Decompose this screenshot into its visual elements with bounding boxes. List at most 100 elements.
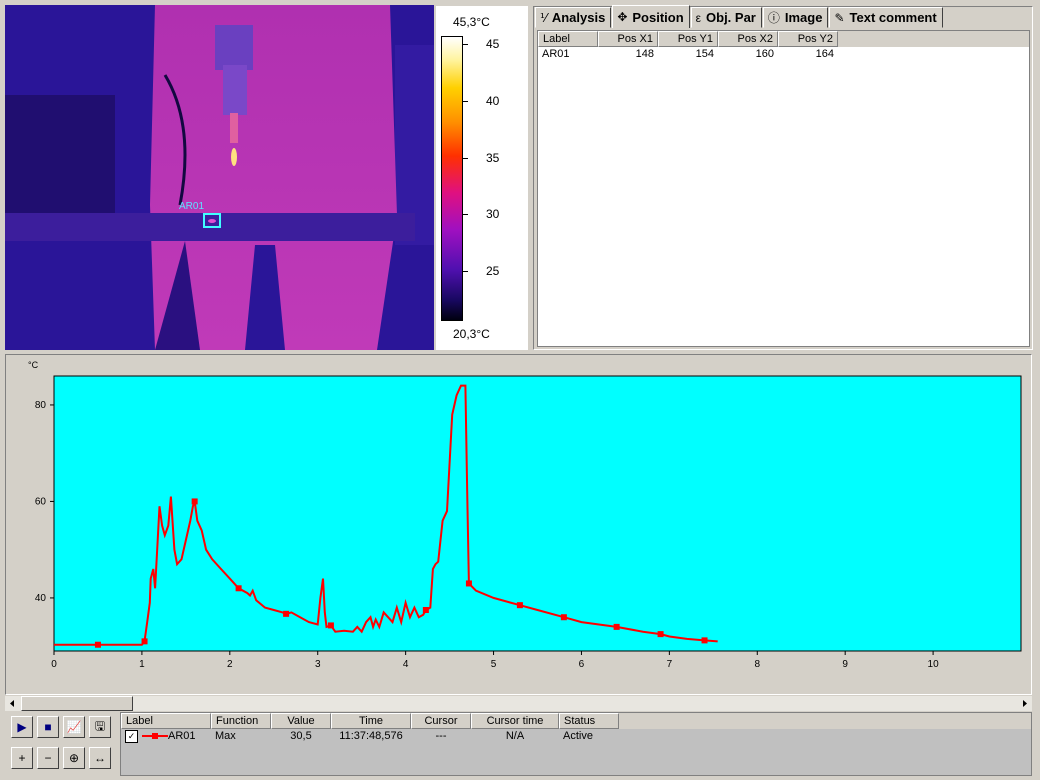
series-marker bbox=[560, 614, 567, 621]
label-cell: ✓ AR01 bbox=[121, 729, 211, 775]
measurement-table-header: Label Function Value Time Cursor Cursor time S… bbox=[121, 713, 1031, 729]
table-cell-function: Max bbox=[215, 730, 236, 742]
table-row[interactable]: ✓ AR01 Max 30,5 11:37:48,576 --- N/A Active bbox=[121, 729, 1031, 775]
chart-scrollbar[interactable] bbox=[5, 696, 1032, 711]
export-button[interactable]: 🖫 bbox=[89, 716, 111, 738]
column-header[interactable]: Pos Y1 bbox=[658, 31, 718, 47]
stop-icon: ■ bbox=[44, 720, 52, 734]
zoom-fit-icon: ⊕ bbox=[68, 751, 80, 765]
tab-image[interactable]: ⓘ Image bbox=[762, 7, 829, 28]
position-table: Label Pos X1 Pos Y1 Pos X2 Pos Y2 AR01 148 154… bbox=[537, 30, 1030, 347]
temperature-chart-panel: °C 40 60 80 0 1 2 3 4 5 6 7 8 9 10 bbox=[5, 354, 1032, 695]
scale-tick-label: 25 bbox=[486, 264, 500, 278]
x-tick-label: 7 bbox=[667, 659, 673, 670]
series-marker bbox=[283, 610, 290, 617]
info-icon: ⓘ bbox=[767, 11, 780, 25]
export-icon: 🖫 bbox=[94, 718, 106, 733]
table-cell: 154 bbox=[695, 48, 714, 60]
measurement-table: Label Function Value Time Cursor Cursor time S… bbox=[120, 712, 1032, 776]
zoom-in-icon: + bbox=[18, 751, 26, 765]
column-header[interactable]: Pos X2 bbox=[718, 31, 778, 47]
object-parameters-icon: ε bbox=[695, 10, 702, 25]
scale-tick-mark bbox=[463, 158, 468, 159]
x-tick-label: 4 bbox=[403, 659, 409, 670]
analysis-icon: ⅟ bbox=[540, 10, 547, 25]
series-swatch-icon bbox=[142, 729, 168, 743]
play-button[interactable]: ▶ bbox=[11, 716, 33, 738]
tab-position[interactable]: ✥ Position bbox=[612, 5, 690, 28]
play-icon: ▶ bbox=[17, 720, 27, 734]
column-header[interactable]: Time bbox=[331, 713, 411, 729]
y-tick-label: 40 bbox=[35, 593, 47, 604]
tab-strip: ⅟ Analysis ✥ Position ε Obj. Par ⓘ Image ✎ Text c… bbox=[535, 5, 944, 30]
table-cell-status: Active bbox=[563, 730, 593, 742]
row-label: AR01 bbox=[168, 730, 196, 742]
chart-settings-button[interactable]: 📈 bbox=[63, 716, 85, 738]
stop-button[interactable]: ■ bbox=[37, 716, 59, 738]
scale-max-label: 45,3°C bbox=[453, 15, 490, 29]
temperature-scale: 45,3°C 45 40 35 30 25 20,3°C bbox=[436, 6, 528, 350]
scale-tick-label: 30 bbox=[486, 207, 500, 221]
position-table-header: Label Pos X1 Pos Y1 Pos X2 Pos Y2 bbox=[538, 31, 1029, 47]
series-marker bbox=[701, 637, 708, 644]
table-cell-value: 30,5 bbox=[290, 730, 312, 742]
column-header[interactable]: Value bbox=[271, 713, 331, 729]
column-header[interactable]: Pos Y2 bbox=[778, 31, 838, 47]
scroll-right-arrow[interactable] bbox=[1017, 696, 1032, 711]
thermal-scene bbox=[5, 5, 434, 350]
column-header[interactable]: Function bbox=[211, 713, 271, 729]
scale-tick-mark bbox=[463, 44, 468, 45]
x-tick-label: 1 bbox=[139, 659, 145, 670]
zoom-out-icon: − bbox=[44, 751, 52, 765]
zoom-in-button[interactable]: + bbox=[11, 747, 33, 769]
column-header[interactable]: Cursor bbox=[411, 713, 471, 729]
table-cell: 160 bbox=[755, 48, 774, 60]
position-icon: ✥ bbox=[617, 10, 628, 24]
table-cell: 164 bbox=[815, 48, 834, 60]
tab-label: Obj. Par bbox=[706, 10, 756, 25]
column-header[interactable]: Label bbox=[121, 713, 211, 729]
scale-min-label: 20,3°C bbox=[453, 327, 490, 341]
series-marker bbox=[235, 585, 242, 592]
tab-analysis[interactable]: ⅟ Analysis bbox=[535, 7, 612, 28]
tab-label: Position bbox=[632, 9, 684, 25]
x-tick-label: 6 bbox=[579, 659, 585, 670]
scale-tick-label: 45 bbox=[486, 37, 500, 51]
series-marker bbox=[613, 623, 620, 630]
zoom-out-button[interactable]: − bbox=[37, 747, 59, 769]
pan-button[interactable]: ↔ bbox=[89, 747, 111, 769]
column-header[interactable]: Cursor time bbox=[471, 713, 559, 729]
x-tick-label: 9 bbox=[842, 659, 848, 670]
x-tick-label: 0 bbox=[51, 659, 57, 670]
chart-toolbar: ▶ ■ 📈 🖫 + − ⊕ ↔ bbox=[11, 716, 117, 774]
table-cell-time: 11:37:48,576 bbox=[339, 730, 403, 742]
tab-text-comment[interactable]: ✎ Text comment bbox=[829, 7, 943, 28]
series-marker bbox=[657, 631, 664, 638]
roi-label: AR01 bbox=[179, 201, 205, 212]
text-comment-icon: ✎ bbox=[834, 10, 845, 25]
tab-label: Image bbox=[784, 10, 823, 25]
scale-tick-mark bbox=[463, 214, 468, 215]
y-tick-label: 60 bbox=[35, 496, 47, 507]
y-axis-label: °C bbox=[28, 360, 39, 370]
tab-obj-par[interactable]: ε Obj. Par bbox=[690, 7, 762, 28]
scroll-left-arrow[interactable] bbox=[5, 696, 20, 711]
table-row[interactable]: AR01 148 154 160 164 bbox=[538, 47, 1029, 62]
column-header[interactable]: Pos X1 bbox=[598, 31, 658, 47]
color-bar bbox=[441, 36, 463, 321]
temperature-chart[interactable]: °C 40 60 80 0 1 2 3 4 5 6 7 8 9 10 bbox=[6, 355, 1031, 694]
tab-label: Analysis bbox=[551, 10, 606, 25]
zoom-fit-button[interactable]: ⊕ bbox=[63, 747, 85, 769]
series-marker bbox=[141, 638, 148, 645]
table-cell: AR01 bbox=[542, 48, 570, 60]
column-header[interactable]: Status bbox=[559, 713, 619, 729]
series-marker bbox=[422, 606, 429, 613]
column-header[interactable]: Label bbox=[538, 31, 598, 47]
scroll-thumb[interactable] bbox=[21, 696, 133, 711]
series-marker bbox=[516, 602, 523, 609]
table-cell-cursor-time: N/A bbox=[505, 730, 525, 742]
scale-tick-mark bbox=[463, 271, 468, 272]
row-checkbox[interactable]: ✓ bbox=[125, 730, 138, 743]
thermal-image[interactable]: AR01 bbox=[5, 5, 434, 350]
series-marker bbox=[191, 498, 198, 505]
